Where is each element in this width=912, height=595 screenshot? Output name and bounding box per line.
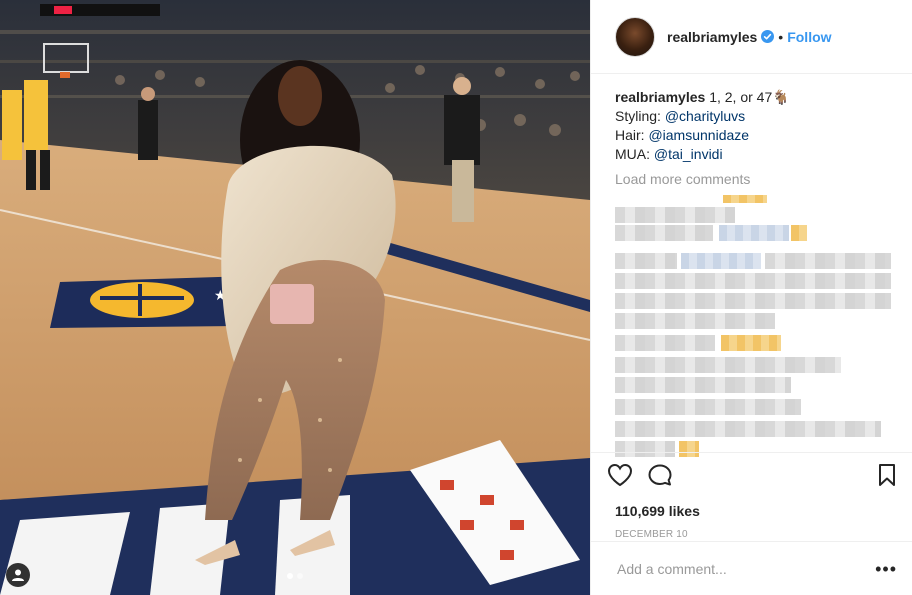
mention-link[interactable]: @charityluvs: [665, 108, 745, 124]
blurred-comment: [615, 335, 715, 351]
post-actions: 110,699 likes DECEMBER 10: [591, 452, 912, 540]
post-date[interactable]: DECEMBER 10: [607, 529, 897, 540]
blurred-comment: [721, 335, 781, 351]
caption-line-1: 1, 2, or 47: [709, 89, 773, 105]
caption-hair-label: Hair:: [615, 127, 649, 143]
blurred-comment: [615, 273, 891, 289]
load-more-comments-button[interactable]: Load more comments: [615, 170, 888, 189]
likes-count[interactable]: 110,699 likes: [607, 503, 897, 519]
blurred-comment: [615, 225, 713, 241]
caption-mua-label: MUA:: [615, 146, 654, 162]
blurred-comments: [615, 193, 891, 479]
post-photo[interactable]: ★: [0, 0, 590, 595]
photo-illustration: ★: [0, 0, 590, 595]
blurred-comment: [615, 253, 677, 269]
blurred-comment: [615, 377, 791, 393]
instagram-post: ★ realbriamyles • Follow realbriamyles 1…: [0, 0, 912, 595]
heart-icon[interactable]: [607, 463, 633, 492]
caption-username[interactable]: realbriamyles: [615, 89, 705, 105]
header-separator: •: [778, 28, 784, 45]
blurred-comment: [719, 225, 789, 241]
blurred-comment: [681, 253, 761, 269]
add-comment-bar: •••: [591, 541, 912, 595]
post-side-panel: realbriamyles • Follow realbriamyles 1, …: [590, 0, 912, 595]
avatar[interactable]: [615, 16, 655, 57]
carousel-indicator: [287, 573, 303, 579]
post-header: realbriamyles • Follow: [591, 0, 912, 74]
blurred-comment: [615, 357, 841, 373]
mention-link[interactable]: @tai_invidi: [654, 146, 723, 162]
blurred-comment: [723, 195, 767, 203]
more-options-icon[interactable]: •••: [875, 560, 897, 578]
blurred-comment: [615, 293, 891, 309]
goat-emoji-icon: 🐐: [772, 89, 790, 105]
carousel-dot: [297, 573, 303, 579]
blurred-comment: [765, 253, 891, 269]
comment-bubble-icon[interactable]: [647, 463, 673, 492]
comments-section: realbriamyles 1, 2, or 47🐐 Styling: @cha…: [591, 74, 912, 479]
action-bar: [607, 461, 897, 493]
user-tag-icon[interactable]: [6, 563, 30, 587]
caption-styling-label: Styling:: [615, 108, 665, 124]
add-comment-input[interactable]: [615, 559, 876, 578]
blurred-comment: [791, 225, 807, 241]
blurred-comment: [615, 313, 775, 329]
verified-badge-icon: [761, 30, 775, 43]
bookmark-icon[interactable]: [877, 463, 897, 492]
carousel-dot-active: [287, 573, 293, 579]
blurred-comment: [615, 207, 735, 223]
follow-button[interactable]: Follow: [787, 29, 831, 45]
mention-link[interactable]: @iamsunnidaze: [648, 127, 749, 143]
post-caption: realbriamyles 1, 2, or 47🐐 Styling: @cha…: [615, 88, 888, 164]
header-username[interactable]: realbriamyles: [667, 29, 757, 45]
blurred-comment: [615, 399, 801, 415]
blurred-comment: [615, 421, 881, 437]
